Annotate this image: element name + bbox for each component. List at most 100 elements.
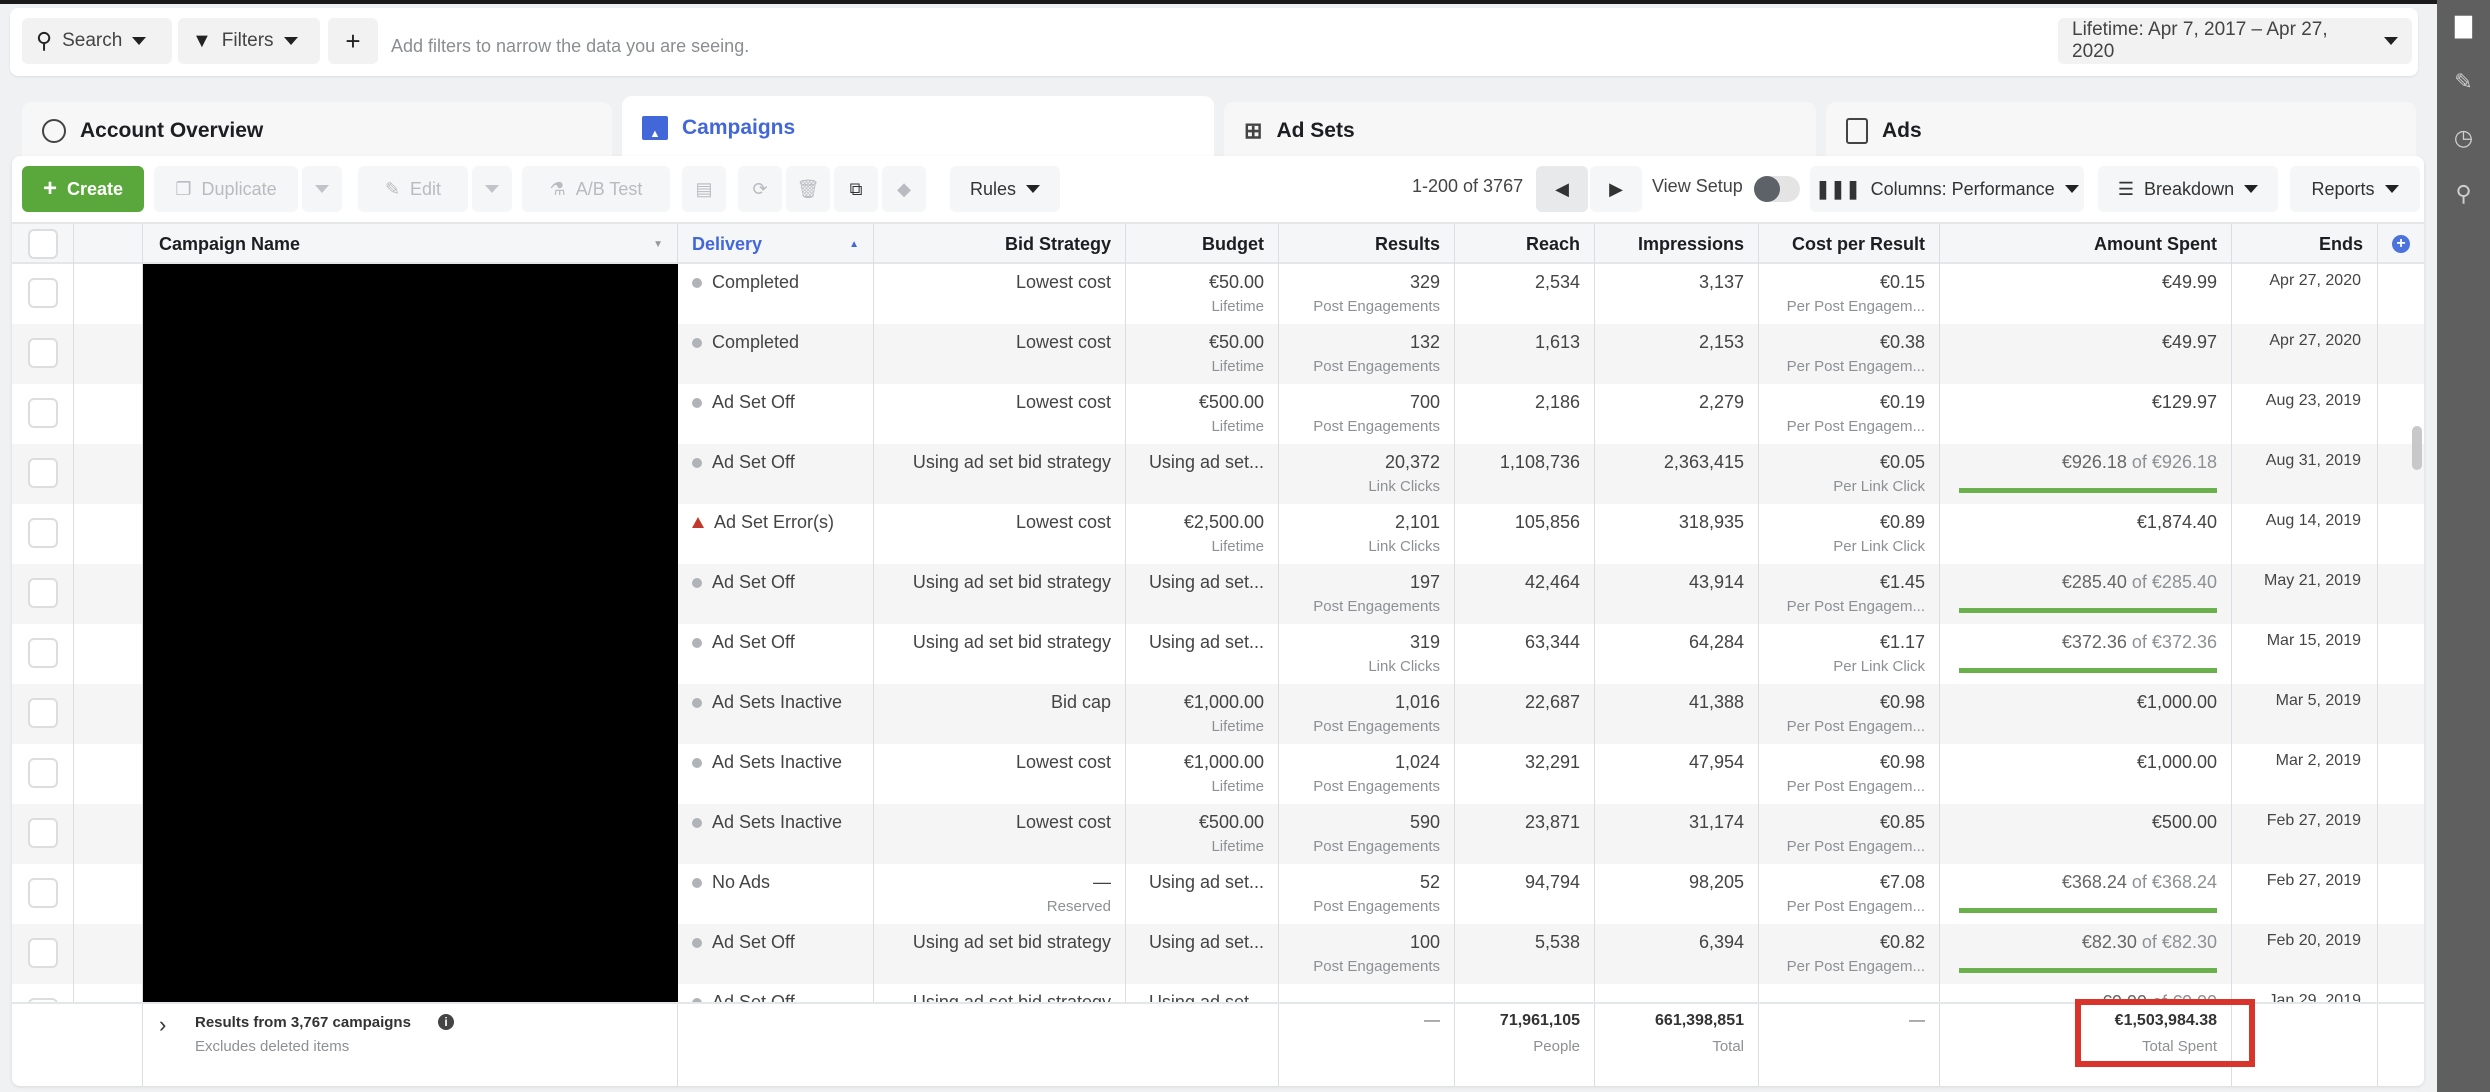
budget-cell-value: €1,000.00: [1183, 692, 1264, 712]
results-cell-sub: Post Engagements: [1313, 358, 1440, 375]
row-checkbox[interactable]: [28, 578, 58, 608]
delete-button[interactable]: 🗑: [786, 166, 830, 212]
row-checkbox[interactable]: [28, 518, 58, 548]
impressions-cell-value: 2,363,415: [1663, 452, 1744, 472]
chevron-down-icon: [2244, 185, 2259, 193]
clock-icon[interactable]: ◷: [2437, 118, 2490, 158]
amount-spent-value: €926.18 of €926.18: [2062, 452, 2217, 473]
reach-cell-value: 94,794: [1524, 872, 1580, 892]
impressions-total-sub: Total: [1712, 1038, 1744, 1055]
status-dot-icon: [692, 637, 702, 648]
select-all-checkbox[interactable]: [28, 229, 58, 259]
add-filter-button[interactable]: +: [328, 18, 378, 64]
column-delivery[interactable]: Delivery ▲: [678, 224, 874, 264]
column-bid-strategy[interactable]: Bid Strategy: [874, 224, 1126, 264]
toolbar: + Create ❐ Duplicate ✎ Edit ⚗ A/B Test ▤…: [12, 156, 2424, 222]
reach-cell: 22,687: [1455, 684, 1595, 744]
ab-test-button[interactable]: ⚗ A/B Test: [522, 166, 670, 212]
spend-limit: of €285.40: [2126, 572, 2217, 592]
bid-strategy-cell: Lowest cost: [874, 264, 1126, 324]
tag-button[interactable]: ◆: [882, 166, 926, 212]
cost-per-result-cell: €0.19 Per Post Engagem...: [1759, 384, 1940, 444]
breakdown-button[interactable]: ☰ Breakdown: [2098, 166, 2278, 212]
checkbox-cell: [12, 324, 74, 384]
rules-button[interactable]: Rules: [950, 166, 1060, 212]
add-column-button[interactable]: +: [2378, 224, 2424, 264]
view-setup-toggle[interactable]: [1754, 176, 1800, 202]
ends-cell: Feb 27, 2019: [2232, 864, 2378, 924]
cost-per-result-cell: €0.05 Per Link Click: [1759, 444, 1940, 504]
column-budget[interactable]: Budget: [1126, 224, 1279, 264]
reach-total: 71,961,105: [1499, 1012, 1580, 1029]
impressions-cell-value: 3,137: [1698, 272, 1744, 292]
row-checkbox[interactable]: [28, 878, 58, 908]
reach-cell-value: 63,344: [1524, 632, 1580, 652]
reach-cell-value: 2,534: [1534, 272, 1580, 292]
column-results[interactable]: Results: [1279, 224, 1455, 264]
budget-cell-sub: Lifetime: [1211, 718, 1264, 735]
column-campaign-name[interactable]: Campaign Name ▼: [143, 224, 678, 264]
row-checkbox[interactable]: [28, 698, 58, 728]
row-checkbox[interactable]: [28, 938, 58, 968]
budget-cell-value: €500.00: [1198, 392, 1264, 412]
impressions-cell-value: 6,394: [1698, 932, 1744, 952]
amount-spent: €372.36: [2061, 632, 2127, 652]
bar-chart-icon[interactable]: ▇: [2437, 6, 2490, 46]
toggle-cell: [74, 684, 194, 744]
results-cell-sub: Post Engagements: [1313, 838, 1440, 855]
preview-button[interactable]: ⧉: [834, 166, 878, 212]
status-dot-icon: [692, 457, 702, 468]
results-cell-value: 197: [1409, 572, 1440, 592]
row-checkbox[interactable]: [28, 398, 58, 428]
ends-cell: Aug 14, 2019: [2232, 504, 2378, 564]
filters-button[interactable]: ▼ Filters: [178, 18, 320, 64]
cost-per-result-cell-value: €0.82: [1879, 932, 1925, 952]
column-cost-per-result[interactable]: Cost per Result: [1759, 224, 1940, 264]
create-button[interactable]: + Create: [22, 166, 144, 212]
search-button[interactable]: ⚲ Search: [22, 18, 172, 64]
info-icon[interactable]: i: [438, 1014, 454, 1030]
toggle-cell: [74, 504, 194, 564]
impressions-cell-value: 98,205: [1688, 872, 1744, 892]
reach-cell: 2,186: [1455, 384, 1595, 444]
clipboard-button[interactable]: ▤: [682, 166, 726, 212]
row-checkbox[interactable]: [28, 338, 58, 368]
expand-chevron-icon[interactable]: ›: [159, 1012, 166, 1038]
cost-per-result-cell: €1.45 Per Post Engagem...: [1759, 564, 1940, 624]
impressions-cell: 64,284: [1595, 624, 1759, 684]
date-range-picker[interactable]: Lifetime: Apr 7, 2017 – Apr 27, 2020: [2058, 18, 2412, 64]
table-scrollbar[interactable]: [2412, 426, 2422, 470]
row-checkbox[interactable]: [28, 458, 58, 488]
tab-campaigns[interactable]: ▲ Campaigns: [622, 96, 1214, 160]
edit-dropdown[interactable]: [472, 166, 512, 212]
column-amount-spent[interactable]: Amount Spent: [1940, 224, 2232, 264]
tab-account-overview[interactable]: Account Overview: [22, 102, 612, 160]
amount-spent-cell: €1,000.00: [1940, 684, 2232, 744]
reports-button[interactable]: Reports: [2290, 166, 2420, 212]
results-cell-value: 590: [1409, 812, 1440, 832]
tag-icon: ◆: [897, 178, 911, 199]
chart-search-icon[interactable]: ⚲: [2437, 174, 2490, 214]
results-cell-value: 52: [1419, 872, 1440, 892]
delivery-cell: Ad Set Off: [678, 984, 874, 1004]
duplicate-button[interactable]: ❐ Duplicate: [154, 166, 298, 212]
budget-cell: Using ad set...: [1126, 564, 1279, 624]
row-checkbox[interactable]: [28, 638, 58, 668]
row-checkbox[interactable]: [28, 278, 58, 308]
prev-page-button[interactable]: ◀: [1536, 166, 1588, 212]
next-page-button[interactable]: ▶: [1590, 166, 1642, 212]
column-ends[interactable]: Ends: [2232, 224, 2378, 264]
pencil-icon[interactable]: ✎: [2437, 62, 2490, 102]
footer-results: —: [1279, 1004, 1455, 1086]
columns-button[interactable]: ❚❚❚ Columns: Performance: [1810, 166, 2084, 212]
tab-ad-sets[interactable]: ⊞ Ad Sets: [1224, 102, 1816, 160]
column-reach[interactable]: Reach: [1455, 224, 1595, 264]
tab-ads[interactable]: Ads: [1826, 102, 2416, 160]
row-checkbox[interactable]: [28, 758, 58, 788]
duplicate-dropdown[interactable]: [302, 166, 342, 212]
column-impressions[interactable]: Impressions: [1595, 224, 1759, 264]
refresh-button[interactable]: ⟳: [738, 166, 782, 212]
edit-button[interactable]: ✎ Edit: [358, 166, 468, 212]
cost-per-result-cell: €0.89 Per Link Click: [1759, 504, 1940, 564]
row-checkbox[interactable]: [28, 818, 58, 848]
